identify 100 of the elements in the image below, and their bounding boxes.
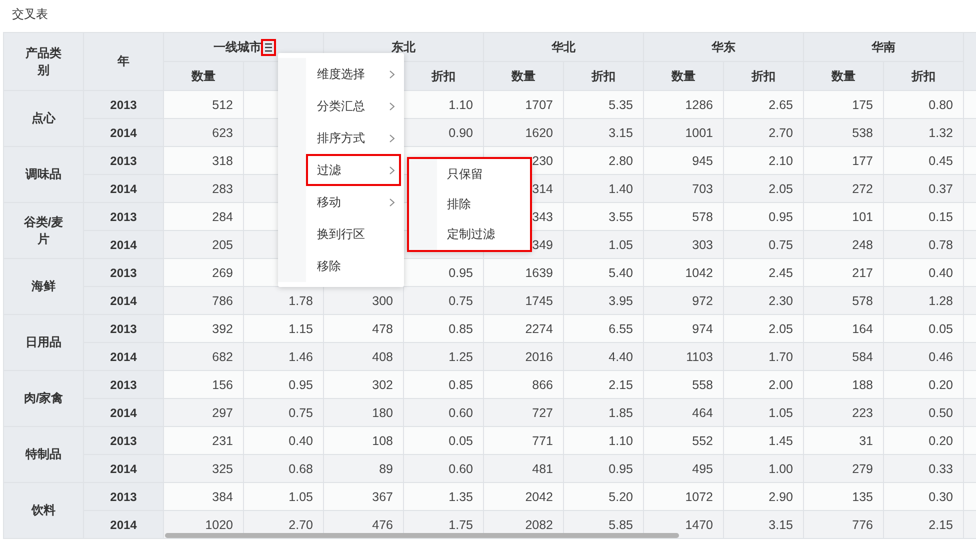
table-cell: 367: [324, 482, 404, 510]
menu-icon[interactable]: [262, 40, 274, 54]
table-cell: 0.90: [404, 118, 484, 146]
row-header: 2014: [84, 398, 164, 426]
table-cell: 279: [804, 454, 884, 482]
table-cell: 0.68: [244, 454, 324, 482]
table-cell: 0.95: [564, 454, 644, 482]
table-cell: 89: [324, 454, 404, 482]
table-cell: 180: [324, 398, 404, 426]
menu-item[interactable]: 排序方式: [306, 122, 401, 154]
table-cell: 0.30: [884, 482, 964, 510]
table-cell: 318: [164, 146, 244, 174]
table-cell: 0.37: [884, 174, 964, 202]
menu-item[interactable]: 换到行区: [306, 218, 401, 250]
table-cell: 175: [804, 90, 884, 118]
table-cell: 1.32: [884, 118, 964, 146]
row-header: 2014: [84, 510, 164, 538]
row-header: 2014: [84, 118, 164, 146]
row-header: 日用品: [4, 314, 84, 370]
column-header: 折扣: [724, 62, 804, 90]
column-header: 折扣: [404, 62, 484, 90]
table-cell: 284: [164, 202, 244, 230]
table-cell: 0.80: [884, 90, 964, 118]
table-cell: 1.05: [724, 398, 804, 426]
table-cell: 1.10: [564, 426, 644, 454]
row-header: 2013: [84, 202, 164, 230]
table-cell: 1.46: [244, 342, 324, 370]
table-cell: 303: [644, 230, 724, 258]
table-cell: 0.40: [884, 258, 964, 286]
menu-item[interactable]: 移除: [306, 250, 401, 282]
menu-item[interactable]: 移动: [306, 186, 401, 218]
table-cell: 727: [484, 398, 564, 426]
table-cell: 2042: [484, 482, 564, 510]
row-header: 2014: [84, 230, 164, 258]
row-header: 调味品: [4, 146, 84, 202]
table-cell: 2.65: [724, 90, 804, 118]
table-cell: 3.95: [564, 286, 644, 314]
row-header: 谷类/麦片: [4, 202, 84, 258]
table-cell: 300: [324, 286, 404, 314]
row-header: 2013: [84, 90, 164, 118]
table-cell: 2274: [484, 314, 564, 342]
table-cell: 0.78: [884, 230, 964, 258]
table-cell: 703: [644, 174, 724, 202]
table-cell: 512: [164, 90, 244, 118]
scrollbar[interactable]: [165, 533, 679, 538]
table-cell: 2016: [484, 342, 564, 370]
column-header: 数量: [164, 62, 244, 90]
table-cell: 297: [164, 398, 244, 426]
row-header: 2013: [84, 314, 164, 342]
table-cell: 269: [164, 258, 244, 286]
menu-item[interactable]: 分类汇总: [306, 90, 401, 122]
table-cell: 0.40: [244, 426, 324, 454]
table-cell: 481: [484, 454, 564, 482]
column-header: 折扣: [884, 62, 964, 90]
table-cell: 1.70: [724, 342, 804, 370]
column-header: 折扣: [564, 62, 644, 90]
table-cell: 325: [164, 454, 244, 482]
table-cell: 4.40: [564, 342, 644, 370]
table-cell: 135: [804, 482, 884, 510]
menu-item[interactable]: 过滤: [306, 154, 401, 186]
table-cell: 1042: [644, 258, 724, 286]
table-cell: 1.05: [564, 230, 644, 258]
row-header: 2014: [84, 342, 164, 370]
table-cell: 0.33: [884, 454, 964, 482]
table-cell: 2.45: [724, 258, 804, 286]
table-cell: 2.70: [724, 118, 804, 146]
row-header: 2013: [84, 146, 164, 174]
table-cell: 1001: [644, 118, 724, 146]
table-cell: 31: [804, 426, 884, 454]
table-cell: 1.45: [724, 426, 804, 454]
table-cell: 623: [164, 118, 244, 146]
column-header: 华南: [804, 32, 964, 62]
table-cell: 1.15: [244, 314, 324, 342]
table-cell: 1.85: [564, 398, 644, 426]
table-cell: 101: [804, 202, 884, 230]
table-cell: 5.20: [564, 482, 644, 510]
table-cell: 1072: [644, 482, 724, 510]
column-header: 数量: [484, 62, 564, 90]
table-cell: 2.15: [564, 370, 644, 398]
row-header: 2014: [84, 174, 164, 202]
column-header: 年: [84, 32, 164, 90]
table-cell: 538: [804, 118, 884, 146]
table-cell: 945: [644, 146, 724, 174]
table-cell: 1620: [484, 118, 564, 146]
table-cell: 974: [644, 314, 724, 342]
table-cell: 177: [804, 146, 884, 174]
row-header: 2014: [84, 286, 164, 314]
table-cell: 5.40: [564, 258, 644, 286]
column-header: 华东: [644, 32, 804, 62]
table-cell: 1.10: [404, 90, 484, 118]
table-cell: 2.00: [724, 370, 804, 398]
row-header: 2013: [84, 426, 164, 454]
column-header: 华北: [484, 32, 644, 62]
table-cell: 2.05: [724, 314, 804, 342]
table-cell: 302: [324, 370, 404, 398]
table-cell: 1.40: [564, 174, 644, 202]
table-cell: 0.50: [884, 398, 964, 426]
table-cell: 223: [804, 398, 884, 426]
table-cell: 231: [164, 426, 244, 454]
table-cell: 0.46: [884, 342, 964, 370]
